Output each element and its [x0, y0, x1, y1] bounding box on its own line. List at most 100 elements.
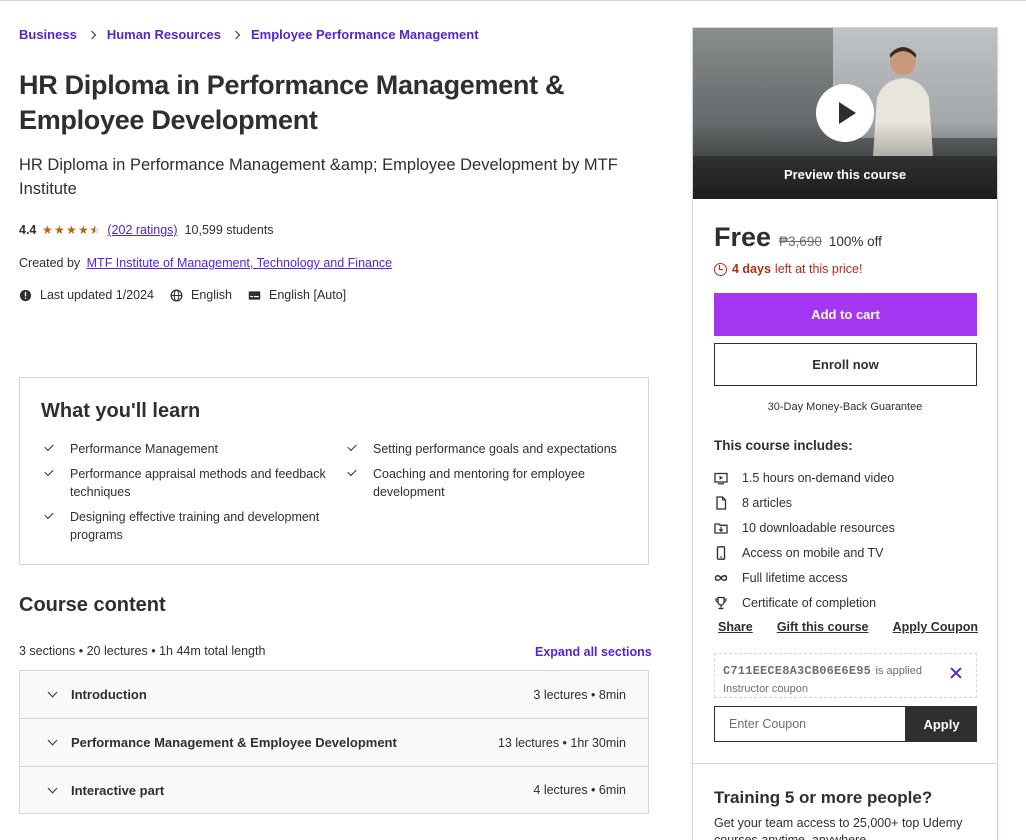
breadcrumb-item-human-resources[interactable]: Human Resources — [107, 27, 221, 42]
learn-item-text: Performance Management — [70, 442, 218, 456]
section-row-performance-management[interactable]: Performance Management & Employee Develo… — [20, 719, 648, 767]
gift-course-button[interactable]: Gift this course — [777, 620, 869, 634]
section-name: Performance Management & Employee Develo… — [71, 735, 397, 750]
section-row-interactive-part[interactable]: Interactive part 4 lectures • 6min — [20, 767, 648, 813]
includes-item: 8 articles — [714, 490, 984, 515]
price-timer: 4 days left at this price! — [714, 262, 862, 276]
learn-item: Setting performance goals and expectatio… — [344, 440, 624, 458]
section-name: Interactive part — [71, 782, 165, 798]
check-icon — [41, 508, 70, 526]
learn-item-text: Performance appraisal methods and feedba… — [70, 467, 326, 499]
video-icon — [714, 472, 728, 484]
learn-title: What you'll learn — [41, 400, 201, 422]
coupon-applied-text: is applied — [875, 665, 922, 677]
alert-badge-icon — [19, 289, 32, 301]
check-icon — [41, 465, 70, 483]
applied-coupon: C711EECE8A3CB06E6E95 is applied Instruct… — [714, 653, 977, 698]
learn-item: Performance appraisal methods and feedba… — [41, 465, 344, 501]
purchase-card: Preview this course Free ₱3,690 100% off… — [692, 27, 998, 840]
learn-item: Performance Management — [41, 440, 344, 458]
download-icon — [714, 522, 728, 534]
breadcrumb-item-business[interactable]: Business — [19, 27, 77, 42]
last-updated-text: Last updated 1/2024 — [40, 288, 154, 302]
apply-coupon-link[interactable]: Apply Coupon — [893, 620, 978, 634]
money-back-guarantee: 30-Day Money-Back Guarantee — [767, 401, 923, 413]
star-full-icon: ★ — [66, 223, 77, 237]
includes-text: 1.5 hours on-demand video — [742, 470, 895, 485]
alarm-clock-icon — [714, 262, 727, 276]
trophy-icon — [715, 596, 727, 609]
file-icon — [716, 495, 727, 510]
star-full-icon: ★ — [54, 223, 65, 237]
course-preview[interactable]: Preview this course — [693, 28, 997, 199]
includes-text: 10 downloadable resources — [742, 520, 895, 535]
chevron-right-icon — [232, 29, 240, 41]
includes-item: Access on mobile and TV — [714, 540, 984, 565]
learn-item-text: Designing effective training and develop… — [70, 510, 320, 542]
ratings-count-link[interactable]: (202 ratings) — [107, 223, 177, 237]
star-full-icon: ★ — [78, 223, 89, 237]
check-icon — [41, 440, 70, 458]
created-by: Created by MTF Institute of Management, … — [19, 256, 392, 270]
course-meta: Last updated 1/2024 English English [Aut… — [19, 288, 362, 302]
includes-text: Full lifetime access — [742, 570, 848, 585]
chevron-down-icon — [47, 737, 58, 748]
add-to-cart-button[interactable]: Add to cart — [714, 293, 977, 336]
remove-coupon-close-icon[interactable] — [949, 666, 963, 680]
chevron-down-icon — [47, 785, 58, 796]
coupon-input[interactable] — [714, 706, 906, 742]
card-divider — [693, 763, 997, 764]
includes-title: This course includes: — [714, 438, 853, 453]
training-text: Get your team access to 25,000+ top Udem… — [714, 816, 963, 840]
check-icon — [344, 440, 373, 458]
coupon-code: C711EECE8A3CB06E6E95 — [723, 664, 872, 678]
chevron-right-icon — [88, 29, 96, 41]
section-info: 4 lectures • 6min — [533, 783, 626, 797]
top-divider — [0, 0, 1026, 1]
learn-list: Performance Management Setting performan… — [41, 440, 627, 544]
section-row-introduction[interactable]: Introduction 3 lectures • 8min — [20, 671, 648, 719]
language: English — [170, 288, 232, 302]
current-price: Free — [714, 222, 772, 252]
includes-item: Certificate of completion — [714, 590, 984, 615]
includes-text: 8 articles — [742, 495, 793, 510]
learn-item: Coaching and mentoring for employee deve… — [344, 465, 624, 501]
language-text: English — [191, 288, 232, 302]
created-by-label: Created by — [19, 256, 81, 270]
timer-text: left at this price! — [774, 262, 863, 276]
last-updated: Last updated 1/2024 — [19, 288, 154, 302]
star-half-icon: ★ ★ — [89, 223, 101, 237]
original-price: ₱3,690 — [779, 234, 822, 249]
section-info: 3 lectures • 8min — [533, 687, 626, 702]
globe-icon — [170, 289, 183, 301]
course-content-title: Course content — [19, 594, 166, 616]
star-rating: ★ ★ ★ ★ ★ ★ — [41, 223, 101, 237]
learn-item-text: Setting performance goals and expectatio… — [373, 442, 617, 456]
course-content-summary: 3 sections • 20 lectures • 1h 44m total … — [19, 644, 266, 658]
includes-text: Access on mobile and TV — [742, 545, 884, 560]
course-sections: Introduction 3 lectures • 8min Performan… — [19, 670, 649, 814]
includes-item: Full lifetime access — [714, 565, 984, 590]
expand-all-sections-button[interactable]: Expand all sections — [535, 645, 652, 659]
breadcrumb: Business Human Resources Employee Perfor… — [19, 27, 479, 42]
star-full-icon: ★ — [42, 223, 53, 237]
infinity-icon — [714, 574, 728, 581]
learn-item: Designing effective training and develop… — [41, 508, 344, 544]
instructor-link[interactable]: MTF Institute of Management, Technology … — [87, 256, 393, 270]
coupon-apply-button[interactable]: Apply — [906, 706, 977, 742]
play-icon[interactable] — [816, 84, 874, 142]
breadcrumb-item-employee-performance[interactable]: Employee Performance Management — [251, 27, 479, 42]
share-button[interactable]: Share — [718, 620, 753, 634]
rating-row: 4.4 ★ ★ ★ ★ ★ ★ (202 ratings) 10,599 stu… — [19, 223, 274, 237]
timer-days: 4 days — [732, 262, 771, 276]
course-title: HR Diploma in Performance Management & E… — [19, 70, 565, 135]
mobile-icon — [716, 545, 726, 560]
includes-list: 1.5 hours on-demand video 8 articles 10 … — [714, 465, 984, 615]
training-title: Training 5 or more people? — [714, 788, 933, 807]
coupon-type: Instructor coupon — [723, 683, 808, 695]
section-info: 13 lectures • 1hr 30min — [497, 735, 626, 750]
chevron-down-icon — [47, 689, 58, 700]
enroll-now-button[interactable]: Enroll now — [714, 343, 977, 386]
section-name: Introduction — [71, 687, 147, 702]
includes-item: 10 downloadable resources — [714, 515, 984, 540]
